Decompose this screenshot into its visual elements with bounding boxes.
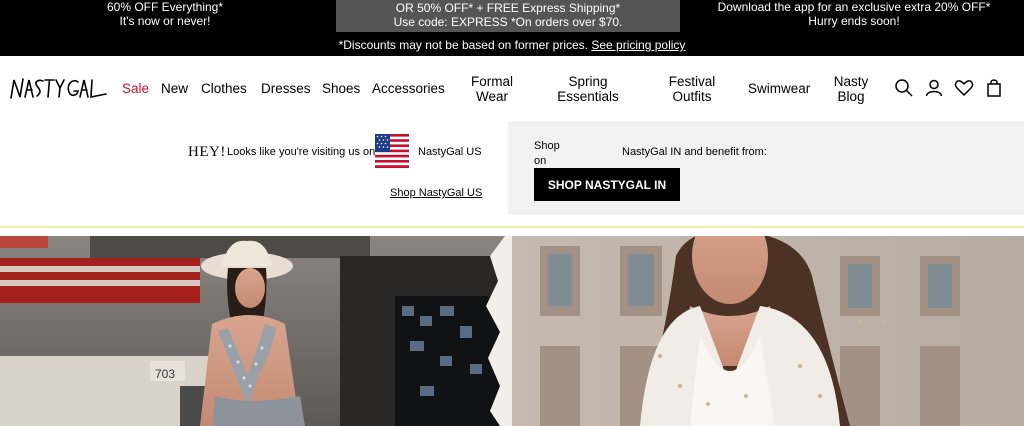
promo-mid-line1: OR 50% OFF* + FREE Express Shipping* — [395, 1, 621, 15]
nav-item-formal-wear[interactable]: Formal Wear — [466, 74, 518, 104]
visiting-text: Looks like you're visiting us on — [227, 146, 376, 158]
nav-label: Sale — [122, 81, 150, 96]
promo-mid-line2: Use code: EXPRESS *On orders over $70. — [393, 15, 623, 29]
promo-right[interactable]: Download the app for an exclusive extra … — [704, 0, 1004, 28]
building-number: 703 — [155, 367, 175, 381]
us-site-name: NastyGal US — [418, 146, 482, 158]
shop-on-label: Shop on — [534, 139, 560, 169]
nav-label-line2: Outfits — [672, 89, 712, 104]
shop-on-line2: on — [534, 155, 547, 167]
us-flag-icon — [375, 134, 409, 168]
promo-left-line2: It's now or never! — [119, 14, 211, 28]
nasty-gal-logo[interactable] — [8, 70, 108, 106]
nav-label: Shoes — [322, 81, 361, 96]
nav-item-sale[interactable]: Sale — [122, 81, 149, 96]
nav-item-shoes[interactable]: Shoes — [322, 81, 360, 96]
nav-label: Accessories — [372, 81, 445, 96]
nav-item-dresses[interactable]: Dresses — [261, 81, 311, 96]
shopping-bag-icon[interactable] — [984, 78, 1004, 98]
nav-item-festival-outfits[interactable]: Festival Outfits — [666, 74, 718, 104]
india-site-text: NastyGal IN and benefit from: — [622, 146, 767, 158]
nav-item-swimwear[interactable]: Swimwear — [748, 81, 810, 96]
hero-banner[interactable]: 703 — [0, 236, 1024, 426]
nav-label: Dresses — [261, 81, 311, 96]
nav-item-accessories[interactable]: Accessories — [372, 81, 445, 96]
nav-label-line1: Spring — [568, 74, 608, 89]
nav-label: Clothes — [201, 81, 247, 96]
shop-us-link[interactable]: Shop NastyGal US — [390, 187, 482, 199]
shop-on-line1: Shop — [534, 140, 560, 152]
promo-left-line1: 60% OFF Everything* — [106, 0, 224, 14]
search-icon[interactable] — [894, 78, 914, 98]
account-icon[interactable] — [924, 78, 944, 98]
nav-label-line2: Essentials — [557, 89, 619, 104]
nav-item-spring-essentials[interactable]: Spring Essentials — [556, 74, 620, 104]
shop-india-button[interactable]: SHOP NASTYGAL IN — [534, 168, 680, 201]
promo-left[interactable]: 60% OFF Everything* It's now or never! — [70, 0, 260, 28]
nav-label: New — [161, 81, 189, 96]
site-header: Sale New Clothes Dresses Shoes Accessori… — [0, 56, 1024, 120]
promo-right-line1: Download the app for an exclusive extra … — [717, 0, 991, 14]
pricing-policy-link[interactable]: See pricing policy — [591, 38, 685, 52]
hero-image: 703 — [0, 236, 1024, 426]
promo-bar: 60% OFF Everything* It's now or never! O… — [0, 0, 1024, 56]
nav-label: Swimwear — [748, 81, 811, 96]
promo-footnote: *Discounts may not be based on former pr… — [0, 38, 1024, 52]
wishlist-heart-icon[interactable] — [954, 78, 974, 98]
promo-right-line2: Hurry ends soon! — [808, 14, 900, 28]
nav-label-line2: Wear — [475, 89, 508, 104]
promo-middle[interactable]: OR 50% OFF* + FREE Express Shipping* Use… — [336, 0, 680, 32]
nav-item-clothes[interactable]: Clothes — [201, 81, 247, 96]
nav-item-new[interactable]: New — [161, 81, 188, 96]
hey-heading: HEY! — [188, 144, 226, 160]
nav-label-line1: Formal — [470, 74, 513, 89]
promo-footnote-text: *Discounts may not be based on former pr… — [338, 38, 589, 52]
nav-item-nasty-blog[interactable]: Nasty Blog — [830, 74, 872, 104]
nav-label-line1: Festival — [668, 74, 716, 89]
nav-label-line1: Nasty — [833, 74, 869, 89]
nav-label-line2: Blog — [837, 89, 865, 104]
